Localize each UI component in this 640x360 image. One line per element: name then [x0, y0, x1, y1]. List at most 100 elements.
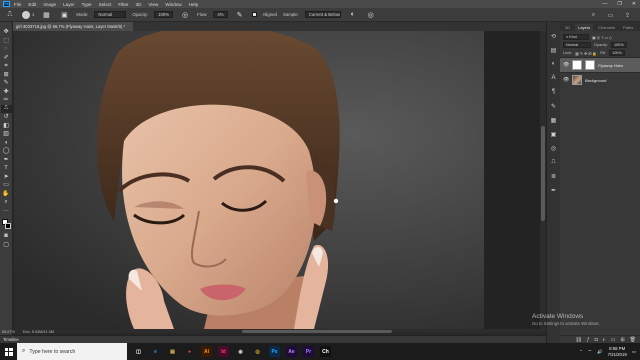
- visibility-eye-icon[interactable]: 👁: [563, 62, 569, 68]
- layer-opacity-field[interactable]: 100%: [610, 42, 627, 48]
- clone-stamp-tool-icon[interactable]: ⎍: [4, 10, 16, 19]
- volume-icon[interactable]: 🔊: [597, 349, 603, 355]
- background-color-swatch[interactable]: [4, 223, 11, 229]
- libraries-icon[interactable]: ▣: [550, 130, 558, 138]
- move-tool-icon[interactable]: ✥: [1, 28, 12, 37]
- add-mask-icon[interactable]: ◘: [595, 337, 598, 343]
- sample-select[interactable]: Current & Below: [304, 11, 341, 18]
- aligned-checkbox[interactable]: [251, 12, 257, 17]
- menu-3d[interactable]: 3D: [136, 2, 142, 7]
- character-icon[interactable]: A: [550, 74, 558, 82]
- mode-select[interactable]: Normal: [94, 11, 127, 18]
- flow-field[interactable]: 4%: [213, 11, 228, 18]
- taskbar-app-icon-11[interactable]: Ch: [320, 346, 331, 357]
- minimize-button[interactable]: —: [602, 1, 607, 7]
- taskbar-search[interactable]: ⌕ Type here to search: [17, 343, 127, 360]
- taskbar-app-icon-7[interactable]: ◎: [252, 346, 263, 357]
- taskbar-app-icon-9[interactable]: Ae: [286, 346, 297, 357]
- paragraph-icon[interactable]: ¶: [550, 88, 558, 96]
- fx-icon[interactable]: ƒ: [587, 337, 590, 343]
- tray-chevron-icon[interactable]: ⌃: [579, 349, 583, 355]
- taskbar-app-icon-0[interactable]: ◫: [133, 346, 144, 357]
- start-button[interactable]: [0, 343, 17, 360]
- adjustments-icon[interactable]: ◐: [550, 60, 558, 68]
- share-icon[interactable]: ⇪: [623, 11, 632, 19]
- visibility-eye-icon[interactable]: 👁: [563, 77, 569, 83]
- history-icon[interactable]: ⟲: [550, 32, 558, 40]
- healing-brush-tool-icon[interactable]: ✚: [1, 88, 12, 97]
- zoom-level[interactable]: 66.67%: [2, 330, 15, 334]
- ignore-adjustment-icon[interactable]: ◐: [347, 10, 359, 19]
- blend-mode-select[interactable]: Normal: [563, 42, 591, 48]
- paths-icon[interactable]: ✒: [550, 186, 558, 194]
- eyedropper-tool-icon[interactable]: ✎: [1, 79, 12, 88]
- restore-button[interactable]: ❐: [617, 1, 621, 7]
- notifications-icon[interactable]: ▭: [632, 349, 636, 355]
- taskbar-app-icon-1[interactable]: e: [150, 346, 161, 357]
- new-layer-icon[interactable]: ⊞: [620, 337, 624, 343]
- lasso-tool-icon[interactable]: ◌: [1, 45, 12, 54]
- color-swatches[interactable]: [1, 218, 12, 232]
- workspace-icon[interactable]: ▭: [606, 11, 615, 19]
- menu-image[interactable]: Image: [43, 2, 56, 7]
- pressure-opacity-icon[interactable]: ◎: [179, 10, 191, 19]
- group-icon[interactable]: ▭: [611, 337, 616, 343]
- taskbar-app-icon-8[interactable]: Ps: [269, 346, 280, 357]
- filter-icons[interactable]: ▣ ◎ T ▭ ◇: [592, 35, 612, 40]
- crop-tool-icon[interactable]: ⌗: [1, 62, 12, 71]
- quick-mask-icon[interactable]: ◙: [1, 232, 12, 241]
- document-tab[interactable]: girl-3033718.jpg @ 66.7% (Flyaway Hairs,…: [13, 22, 133, 31]
- menu-layer[interactable]: Layer: [63, 2, 75, 7]
- styles-icon[interactable]: ◎: [550, 144, 558, 152]
- channels-icon[interactable]: ≣: [550, 172, 558, 180]
- pen-tool-icon[interactable]: ✒: [1, 156, 12, 165]
- adjustment-layer-icon[interactable]: ◐: [603, 337, 606, 343]
- menu-type[interactable]: Type: [82, 2, 92, 7]
- more-tools-icon[interactable]: ···: [1, 207, 12, 216]
- menu-filter[interactable]: Filter: [118, 2, 128, 7]
- blur-tool-icon[interactable]: ◖: [1, 139, 12, 148]
- timeline-panel-tab[interactable]: Timeline: [0, 335, 546, 343]
- menu-help[interactable]: Help: [189, 2, 198, 7]
- pressure-size-icon[interactable]: ◎: [365, 10, 377, 19]
- fill-field[interactable]: 100%: [609, 50, 625, 56]
- taskbar-app-icon-6[interactable]: ◉: [235, 346, 246, 357]
- tab-paths[interactable]: Paths: [620, 24, 636, 31]
- link-layers-icon[interactable]: ⛓: [576, 337, 582, 343]
- layer-flyaway-hairs[interactable]: 👁 Flyaway Hairs: [560, 57, 640, 72]
- clone-source-icon[interactable]: ▣: [58, 10, 70, 19]
- taskbar-app-icon-10[interactable]: Pr: [303, 346, 314, 357]
- brushes-icon[interactable]: ✎: [550, 102, 558, 110]
- properties-icon[interactable]: ▤: [550, 46, 558, 54]
- lock-icons[interactable]: ▦ ✎ ✥ ⊞ 🔒: [575, 51, 597, 56]
- tab-3d[interactable]: 3D: [562, 24, 573, 31]
- history-brush-tool-icon[interactable]: ↺: [1, 113, 12, 122]
- document-canvas[interactable]: [14, 31, 540, 329]
- clone-stamp-tool-icon[interactable]: ⎍: [0, 104, 12, 113]
- menu-select[interactable]: Select: [99, 2, 112, 7]
- quick-select-tool-icon[interactable]: ✐: [1, 54, 12, 63]
- hand-tool-icon[interactable]: ✋: [1, 190, 12, 199]
- rectangle-tool-icon[interactable]: ▭: [1, 181, 12, 190]
- menu-file[interactable]: File: [14, 2, 21, 7]
- brush-settings-icon[interactable]: ▦: [40, 10, 52, 19]
- vertical-scroll-thumb[interactable]: [541, 126, 545, 221]
- eraser-tool-icon[interactable]: ◧: [1, 122, 12, 131]
- clock[interactable]: 8:58 PM 7/21/2019: [608, 346, 627, 357]
- brush-tool-icon[interactable]: ✏: [1, 96, 12, 105]
- trash-icon[interactable]: 🗑: [630, 337, 636, 343]
- tab-channels[interactable]: Channels: [595, 24, 618, 31]
- airbrush-icon[interactable]: ✎: [234, 10, 246, 19]
- search-icon[interactable]: ⌕: [589, 11, 598, 19]
- network-icon[interactable]: ⌔: [588, 349, 592, 355]
- path-select-tool-icon[interactable]: ➤: [1, 173, 12, 182]
- type-tool-icon[interactable]: T: [1, 164, 12, 173]
- marquee-tool-icon[interactable]: ⬚: [1, 37, 12, 46]
- taskbar-app-icon-3[interactable]: ●: [184, 346, 195, 357]
- screen-mode-icon[interactable]: ▢: [1, 241, 12, 250]
- clone-source-panel-icon[interactable]: ⎍: [550, 158, 558, 166]
- frame-tool-icon[interactable]: ⊠: [1, 71, 12, 80]
- layer-mask-thumbnail[interactable]: [585, 60, 595, 70]
- tab-layers[interactable]: Layers: [575, 24, 594, 31]
- taskbar-app-icon-5[interactable]: Id: [218, 346, 229, 357]
